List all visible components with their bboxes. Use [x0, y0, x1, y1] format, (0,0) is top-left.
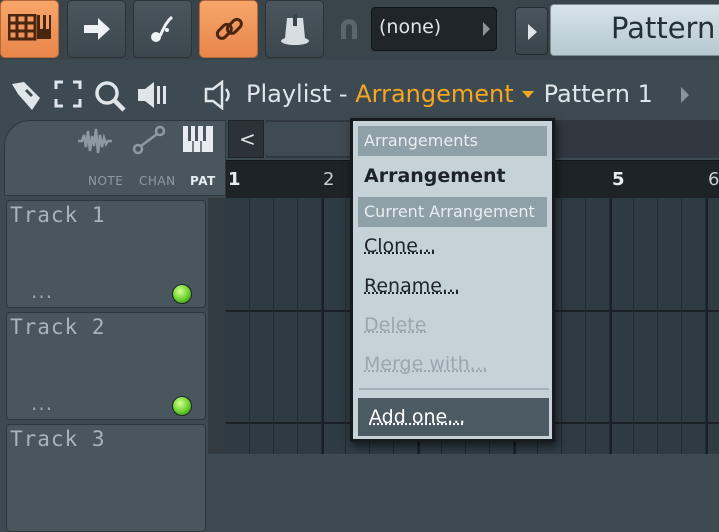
arrow-right-icon [83, 18, 110, 40]
track-name: Track 1 [10, 203, 106, 227]
bar-line [706, 198, 708, 454]
scrollbar-thumb[interactable] [266, 122, 352, 156]
filter-note[interactable]: NOTE [88, 174, 123, 188]
note-icon [150, 15, 173, 42]
playlist-title-prefix: Playlist - [246, 80, 356, 108]
menu-item-add-one[interactable]: Add one... [358, 398, 549, 436]
menu-section-arrangements: Arrangements [358, 126, 547, 156]
playlist-pattern-name[interactable]: Pattern 1 [544, 80, 653, 108]
delete-label: Delete [364, 314, 427, 336]
arrangement-menu: Arrangements Arrangement Current Arrange… [350, 118, 555, 442]
select-icon[interactable] [54, 80, 82, 108]
pattern-song-mode-button[interactable] [0, 0, 59, 58]
bar-line [610, 198, 612, 454]
snap-select-value: (none) [379, 16, 442, 38]
playlist-title: Playlist - Arrangement Pattern 1 [246, 80, 653, 108]
track-header-2[interactable]: Track 2 ... [6, 312, 206, 420]
track-divider [208, 198, 226, 454]
caret-down-icon[interactable] [521, 91, 534, 98]
main-toolbar: (none) Pattern 1 [0, 0, 719, 60]
zoom-icon[interactable] [94, 80, 126, 112]
piano-roll-icon [7, 14, 51, 41]
rename-label: Rename... [364, 275, 461, 297]
pattern-selector[interactable]: Pattern 1 [550, 4, 719, 56]
track-mute-led[interactable] [172, 284, 192, 304]
clone-label: Clone... [364, 235, 437, 257]
add-one-label: Add one... [369, 406, 466, 428]
chevron-right-icon[interactable] [681, 87, 689, 103]
scroll-left-button[interactable]: < [228, 120, 264, 158]
menu-section-current: Current Arrangement [358, 197, 547, 227]
menu-item-delete: Delete [358, 310, 547, 340]
chevron-left-icon: < [239, 127, 256, 151]
bar-line [322, 198, 324, 454]
track-filter-panel: NOTE CHAN PAT [4, 120, 226, 196]
menu-item-merge: Merge with... [358, 349, 547, 379]
link-icon [215, 17, 243, 40]
chevron-right-icon [483, 22, 490, 36]
ruler-tick: 1 [228, 169, 241, 190]
mixer-knob-button[interactable] [265, 0, 324, 58]
menu-item-rename[interactable]: Rename... [358, 271, 547, 301]
speaker-outline-icon[interactable] [203, 80, 235, 110]
track-ellipsis: ... [31, 391, 54, 415]
step-edit-button[interactable] [67, 0, 126, 58]
playlist-header: Playlist - Arrangement Pattern 1 [0, 60, 719, 120]
knob-icon [280, 14, 309, 45]
merge-label: Merge with... [364, 353, 488, 375]
waveform-icon[interactable] [77, 127, 113, 155]
ruler-tick: 2 [323, 169, 335, 190]
piano-icon[interactable] [182, 125, 214, 153]
triangle-right-icon [528, 24, 537, 40]
menu-item-arrangement[interactable]: Arrangement [358, 161, 547, 191]
filter-pat[interactable]: PAT [190, 174, 216, 188]
ruler-tick: 5 [612, 169, 625, 190]
snap-select[interactable]: (none) [371, 7, 497, 51]
track-name: Track 3 [10, 427, 106, 451]
connector-icon[interactable] [132, 125, 166, 155]
menu-item-clone[interactable]: Clone... [358, 231, 547, 261]
track-header-3[interactable]: Track 3 [6, 424, 206, 532]
magnet-icon[interactable] [338, 17, 360, 45]
link-button[interactable] [199, 0, 258, 58]
speaker-icon[interactable] [136, 80, 168, 110]
menu-separator [359, 388, 549, 390]
track-ellipsis: ... [31, 279, 54, 303]
pattern-next-button[interactable] [515, 7, 548, 55]
ruler-tick: 6 [708, 169, 719, 190]
track-header-1[interactable]: Track 1 ... [6, 200, 206, 308]
pattern-name: Pattern 1 [611, 11, 719, 45]
track-name: Track 2 [10, 315, 106, 339]
slide-note-button[interactable] [133, 0, 192, 58]
pointer-icon[interactable] [10, 80, 42, 112]
arrangement-selector[interactable]: Arrangement [355, 80, 513, 108]
track-mute-led[interactable] [172, 396, 192, 416]
filter-chan[interactable]: CHAN [139, 174, 176, 188]
